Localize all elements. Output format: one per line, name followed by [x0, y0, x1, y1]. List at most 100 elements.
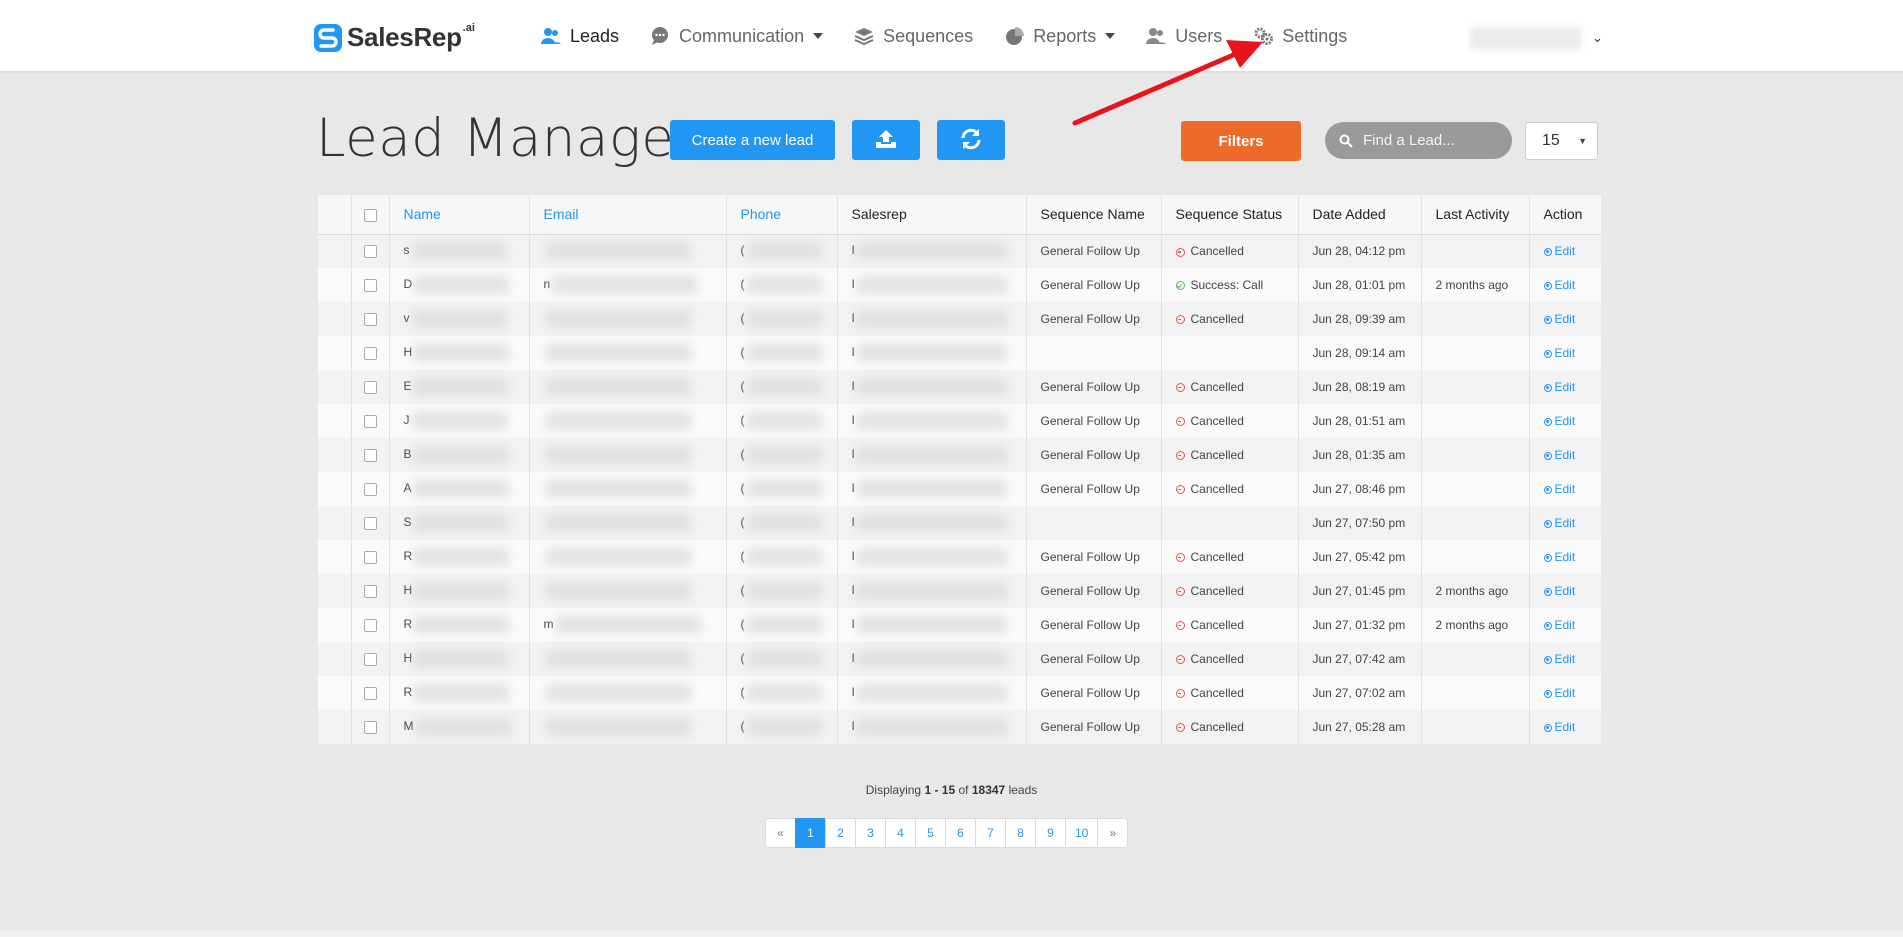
pagination-page-10[interactable]: 10 — [1065, 818, 1099, 848]
nav-leads[interactable]: Leads — [540, 25, 619, 47]
table-row[interactable]: v (I General Follow Up Cancelled Jun 28, 09:… — [318, 302, 1601, 336]
nav-communication[interactable]: Communication — [649, 25, 824, 47]
nav-users[interactable]: Users — [1145, 25, 1222, 47]
table-row[interactable]: Dn(I General Follow Up Success: Call Jun 28… — [318, 268, 1601, 302]
pagination-page-6[interactable]: 6 — [945, 818, 976, 848]
edit-link[interactable]: Edit — [1543, 380, 1575, 394]
row-checkbox[interactable] — [351, 234, 390, 268]
table-row[interactable]: H (I General Follow Up Cancelled Jun 27, 01:… — [318, 574, 1601, 608]
cell-sequence-status: Cancelled — [1161, 370, 1299, 404]
header-spacer — [318, 195, 352, 235]
user-menu[interactable]: ⌄ — [1470, 26, 1603, 50]
table-row[interactable]: M (I General Follow Up Cancelled Jun 27, 05:… — [318, 710, 1601, 744]
table-row[interactable]: H (I General Follow Up Cancelled Jun 27, 07:… — [318, 642, 1601, 676]
row-checkbox[interactable] — [351, 676, 390, 710]
cell-last-activity: 2 months ago — [1421, 574, 1530, 608]
header-date-added: Date Added — [1298, 195, 1422, 235]
header-phone[interactable]: Phone — [726, 195, 838, 235]
edit-icon — [1543, 655, 1552, 664]
row-checkbox[interactable] — [351, 540, 390, 574]
upload-button[interactable] — [852, 120, 920, 160]
row-checkbox[interactable] — [351, 438, 390, 472]
edit-link[interactable]: Edit — [1543, 550, 1575, 564]
row-checkbox[interactable] — [351, 336, 390, 370]
edit-link[interactable]: Edit — [1543, 278, 1575, 292]
cell-last-activity — [1421, 438, 1530, 472]
row-checkbox[interactable] — [351, 574, 390, 608]
row-checkbox[interactable] — [351, 642, 390, 676]
cell-salesrep: I — [837, 234, 1027, 268]
check-circle-icon — [1175, 281, 1185, 291]
pagination-page-1[interactable]: 1 — [795, 818, 826, 848]
pagination-page-8[interactable]: 8 — [1005, 818, 1036, 848]
row-checkbox[interactable] — [351, 302, 390, 336]
table-row[interactable]: s (I General Follow Up Cancelled Jun 28, 04:… — [318, 234, 1601, 268]
pagination-prev[interactable]: « — [765, 818, 796, 848]
row-checkbox[interactable] — [351, 472, 390, 506]
header-email[interactable]: Email — [529, 195, 727, 235]
cell-sequence-status: Cancelled — [1161, 472, 1299, 506]
redacted-salesrep — [856, 242, 1007, 261]
pagination-page-3[interactable]: 3 — [855, 818, 886, 848]
table-row[interactable]: H (I Jun 28, 09:14 am Edit — [318, 336, 1601, 370]
cell-salesrep: I — [837, 710, 1027, 744]
table-row[interactable]: E (I General Follow Up Cancelled Jun 28, 08:… — [318, 370, 1601, 404]
pagination-page-4[interactable]: 4 — [885, 818, 916, 848]
create-lead-button[interactable]: Create a new lead — [670, 120, 835, 160]
row-checkbox[interactable] — [351, 268, 390, 302]
edit-link[interactable]: Edit — [1543, 686, 1575, 700]
pagination-page-5[interactable]: 5 — [915, 818, 946, 848]
edit-link[interactable]: Edit — [1543, 244, 1575, 258]
edit-link[interactable]: Edit — [1543, 516, 1575, 530]
edit-link[interactable]: Edit — [1543, 414, 1575, 428]
redacted-name — [411, 242, 507, 261]
redacted-salesrep — [856, 684, 1007, 702]
pagination-page-7[interactable]: 7 — [975, 818, 1006, 848]
table-row[interactable]: S (I Jun 27, 07:50 pm Edit — [318, 506, 1601, 540]
nav-settings[interactable]: Settings — [1252, 25, 1347, 47]
brand[interactable]: SalesRep .ai — [313, 22, 475, 53]
nav-sequences[interactable]: Sequences — [853, 25, 973, 47]
cell-action: Edit — [1529, 574, 1601, 608]
pagination-next[interactable]: » — [1097, 818, 1129, 848]
table-row[interactable]: J (I General Follow Up Cancelled Jun 28, 01:… — [318, 404, 1601, 438]
select-all-checkbox[interactable] — [351, 195, 390, 235]
cell-email — [529, 676, 727, 710]
table-row[interactable]: A (I General Follow Up Cancelled Jun 27, 08:… — [318, 472, 1601, 506]
pagination-page-9[interactable]: 9 — [1035, 818, 1066, 848]
edit-link[interactable]: Edit — [1543, 720, 1575, 734]
cell-date-added: Jun 28, 09:39 am — [1298, 302, 1422, 336]
row-checkbox[interactable] — [351, 404, 390, 438]
edit-link[interactable]: Edit — [1543, 652, 1575, 666]
lead-search[interactable] — [1325, 122, 1512, 159]
edit-link[interactable]: Edit — [1543, 312, 1575, 326]
edit-link[interactable]: Edit — [1543, 584, 1575, 598]
table-row[interactable]: R (I General Follow Up Cancelled Jun 27, 07:… — [318, 676, 1601, 710]
refresh-button[interactable] — [937, 120, 1005, 160]
cell-email — [529, 234, 727, 268]
edit-link[interactable]: Edit — [1543, 448, 1575, 462]
row-checkbox[interactable] — [351, 506, 390, 540]
row-checkbox[interactable] — [351, 370, 390, 404]
edit-link[interactable]: Edit — [1543, 346, 1575, 360]
pagination-page-2[interactable]: 2 — [825, 818, 856, 848]
edit-link[interactable]: Edit — [1543, 482, 1575, 496]
cell-phone: ( — [726, 540, 838, 574]
search-input[interactable] — [1361, 131, 1501, 150]
row-checkbox[interactable] — [351, 710, 390, 744]
redacted-email — [545, 344, 691, 362]
table-row[interactable]: B (I General Follow Up Cancelled Jun 28, 01:… — [318, 438, 1601, 472]
header-name[interactable]: Name — [389, 195, 530, 235]
edit-link[interactable]: Edit — [1543, 618, 1575, 632]
filters-button[interactable]: Filters — [1181, 121, 1301, 161]
redacted-phone — [746, 514, 822, 532]
cell-phone: ( — [726, 268, 838, 302]
cell-email: m — [529, 608, 727, 642]
table-row[interactable]: R (I General Follow Up Cancelled Jun 27, 05:… — [318, 540, 1601, 574]
table-row[interactable]: Rm(I General Follow Up Cancelled Jun 27, 01… — [318, 608, 1601, 642]
per-page-select[interactable]: 15 ▼ — [1525, 122, 1598, 160]
row-checkbox[interactable] — [351, 608, 390, 642]
cell-email — [529, 336, 727, 370]
nav-reports[interactable]: Reports — [1003, 25, 1116, 47]
table-header-row: Name Email Phone Salesrep Sequence Name … — [318, 195, 1601, 235]
